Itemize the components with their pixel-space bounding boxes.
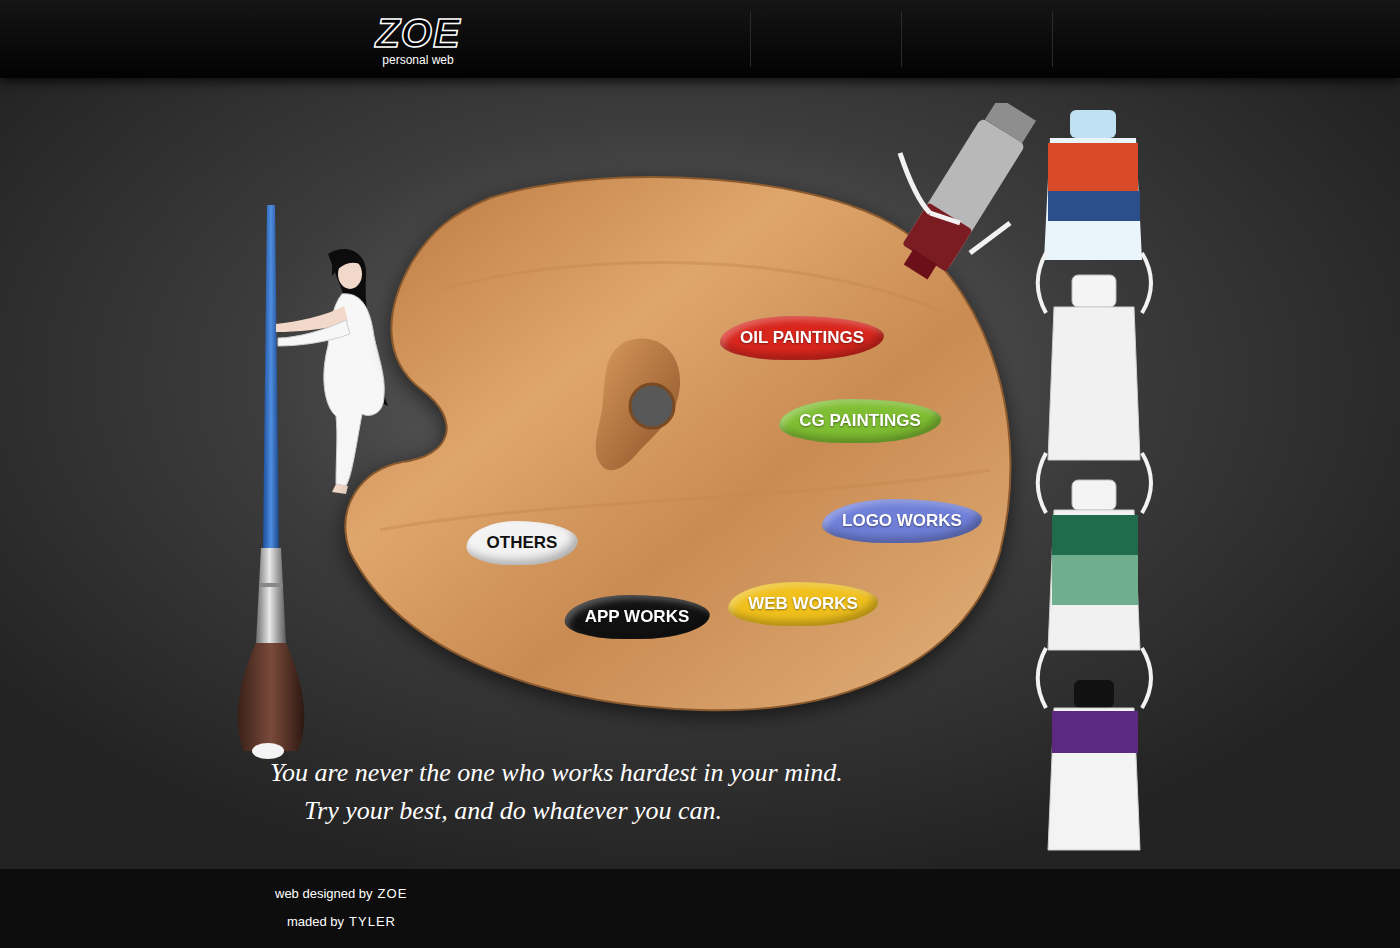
quote-line: Try your best, and do whatever you can. <box>270 796 843 826</box>
paint-tube-icon <box>1048 275 1140 460</box>
paint-blob-link[interactable]: LOGO WORKS <box>822 499 982 543</box>
paint-blob-link[interactable]: WEB WORKS <box>728 582 878 626</box>
logo-subtitle: personal web <box>382 53 453 67</box>
credit-line: web designed by ZOE <box>275 885 1400 903</box>
top-bar: ZOEpersonal web <box>0 0 1400 78</box>
stage: OIL PAINTINGS CG PAINTINGS LOGO WORKS OTHER… <box>0 78 1400 868</box>
tilted-tube-icon <box>894 103 1040 286</box>
credit-line: maded by TYLER <box>275 913 1400 931</box>
paint-tubes-icon <box>870 103 1180 868</box>
nav <box>750 0 1053 78</box>
credit-name: TYLER <box>349 913 396 931</box>
paint-blob-link[interactable]: APP WORKS <box>565 595 710 639</box>
quote-line: You are never the one who works hardest … <box>270 758 843 788</box>
credit-prefix: web designed by <box>275 885 373 903</box>
page: ZOEpersonal webOIL PAINTINGSCG PAINTINGS… <box>0 0 1400 948</box>
paint-blob-link[interactable]: OTHERS <box>467 521 578 565</box>
nav-divider <box>1052 11 1053 67</box>
paint-tube-icon <box>1048 480 1140 650</box>
paint-tube-icon <box>1048 680 1140 850</box>
paint-blob-link[interactable]: CG PAINTINGS <box>779 399 941 443</box>
footer: web designed by ZOE maded by TYLER <box>0 868 1400 948</box>
paint-brush-icon <box>228 203 318 763</box>
quote: You are never the one who works hardest … <box>270 758 843 826</box>
paint-blob-link[interactable]: OIL PAINTINGS <box>720 316 884 360</box>
logo[interactable]: ZOEpersonal web <box>368 0 468 78</box>
paint-tube-icon <box>1044 110 1142 260</box>
nav-divider <box>750 11 751 67</box>
nav-divider <box>901 11 902 67</box>
credit-prefix: maded by <box>287 913 344 931</box>
logo-text[interactable]: ZOE <box>375 11 460 55</box>
credit-name: ZOE <box>378 885 408 903</box>
